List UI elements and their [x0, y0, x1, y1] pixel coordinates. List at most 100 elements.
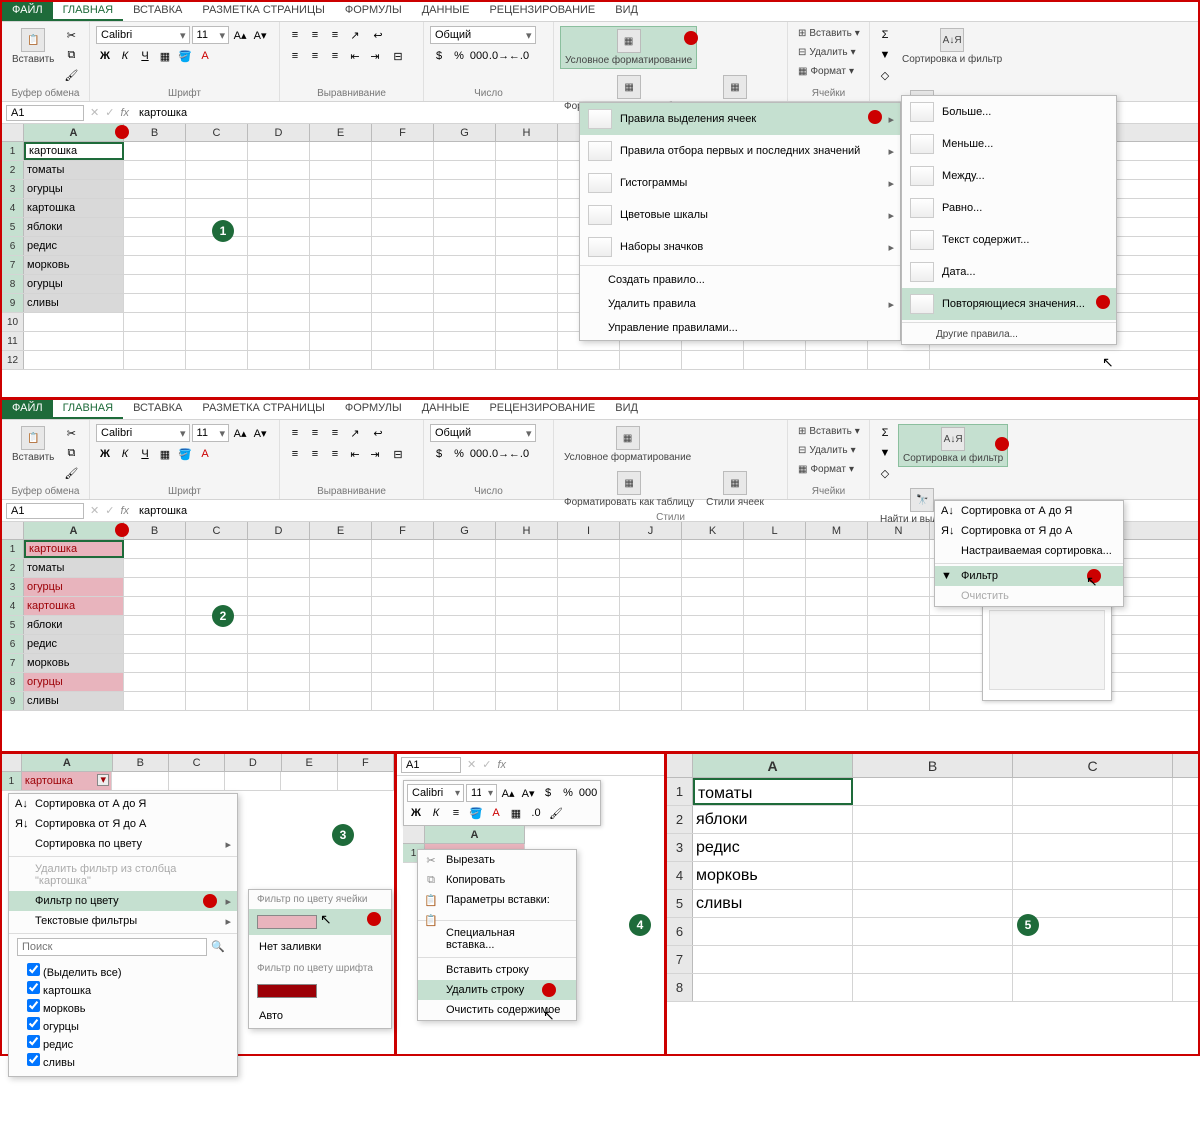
cell[interactable]	[853, 974, 1013, 1001]
cell[interactable]	[186, 256, 248, 274]
cell[interactable]	[248, 142, 310, 160]
cell[interactable]	[310, 275, 372, 293]
cell[interactable]	[186, 692, 248, 710]
cell[interactable]	[434, 597, 496, 615]
cf-color-scales[interactable]: Цветовые шкалы▸	[580, 199, 900, 231]
cell[interactable]	[868, 692, 930, 710]
col-header[interactable]: E	[310, 522, 372, 539]
italic-button[interactable]: К	[116, 47, 134, 65]
tab-page-layout[interactable]: РАЗМЕТКА СТРАНИЦЫ	[192, 2, 334, 21]
cell[interactable]	[806, 692, 868, 710]
cell[interactable]	[853, 918, 1013, 945]
cell[interactable]	[853, 890, 1013, 917]
cell[interactable]	[434, 692, 496, 710]
cell[interactable]	[248, 294, 310, 312]
filter-checkbox-item[interactable]: (Выделить все)	[27, 962, 229, 980]
cell[interactable]	[806, 673, 868, 691]
cell[interactable]: редис	[24, 635, 124, 653]
cell[interactable]	[806, 616, 868, 634]
tab-view[interactable]: ВИД	[605, 400, 648, 419]
cf-highlight-rules[interactable]: Правила выделения ячеек▸	[580, 103, 900, 135]
tab-formulas[interactable]: ФОРМУЛЫ	[335, 2, 412, 21]
cell[interactable]	[853, 862, 1013, 889]
col-header[interactable]: L	[744, 522, 806, 539]
font-size-combo[interactable]: ▾	[192, 26, 230, 44]
row-header[interactable]: 5	[667, 890, 693, 917]
cell[interactable]	[372, 142, 434, 160]
cell[interactable]	[372, 616, 434, 634]
cell[interactable]	[248, 559, 310, 577]
cell[interactable]	[558, 351, 620, 369]
cell[interactable]	[124, 294, 186, 312]
cell[interactable]	[744, 654, 806, 672]
cf-icon-sets[interactable]: Наборы значков▸	[580, 231, 900, 263]
cell[interactable]	[496, 673, 558, 691]
name-box[interactable]	[6, 105, 84, 121]
cell[interactable]	[310, 161, 372, 179]
cell[interactable]	[310, 351, 372, 369]
col-header[interactable]: D	[248, 522, 310, 539]
col-header[interactable]: E	[310, 124, 372, 141]
cell[interactable]	[620, 540, 682, 558]
row-header[interactable]: 3	[2, 180, 24, 198]
cell[interactable]	[248, 597, 310, 615]
copy-icon[interactable]: ⧉	[62, 444, 80, 462]
cell[interactable]	[558, 635, 620, 653]
cell[interactable]	[496, 199, 558, 217]
cell[interactable]	[372, 578, 434, 596]
cell[interactable]	[124, 218, 186, 236]
cell[interactable]	[806, 578, 868, 596]
cell[interactable]	[372, 275, 434, 293]
ctx-paste-special[interactable]: Специальная вставка...	[418, 923, 576, 955]
cell[interactable]	[496, 313, 558, 331]
cell[interactable]: яблоки	[24, 218, 124, 236]
cell[interactable]: картошка	[24, 199, 124, 217]
cell[interactable]	[806, 351, 868, 369]
cell[interactable]	[186, 351, 248, 369]
cell[interactable]	[1013, 974, 1173, 1001]
cell[interactable]	[186, 540, 248, 558]
cell[interactable]	[434, 199, 496, 217]
cell[interactable]	[310, 332, 372, 350]
filter-checkbox-item[interactable]: огурцы	[27, 1016, 229, 1034]
cell[interactable]	[744, 351, 806, 369]
cell[interactable]	[868, 597, 930, 615]
fm-sort-az[interactable]: A↓Сортировка от А до Я	[9, 794, 237, 814]
cell[interactable]	[682, 597, 744, 615]
orientation-icon[interactable]: ↗	[346, 26, 364, 44]
font-name-combo[interactable]: ▾	[96, 26, 190, 44]
cell[interactable]	[186, 180, 248, 198]
ctx-copy[interactable]: ⧉Копировать	[418, 870, 576, 890]
fx-icon[interactable]: fx	[120, 505, 129, 517]
filter-checkbox-item[interactable]: картошка	[27, 980, 229, 998]
cell[interactable]	[186, 142, 248, 160]
cell[interactable]	[124, 616, 186, 634]
cell[interactable]	[372, 161, 434, 179]
col-header-A[interactable]: A	[24, 124, 124, 141]
cell[interactable]	[186, 654, 248, 672]
cf-new-rule[interactable]: Создать правило...	[580, 268, 900, 292]
sf-custom-sort[interactable]: Настраиваемая сортировка...	[935, 541, 1123, 561]
cell[interactable]	[496, 616, 558, 634]
cell[interactable]	[310, 218, 372, 236]
cell[interactable]	[310, 616, 372, 634]
cell[interactable]	[310, 142, 372, 160]
tab-data[interactable]: ДАННЫЕ	[412, 2, 480, 21]
cell[interactable]	[558, 616, 620, 634]
conditional-formatting-button[interactable]: ▦Условное форматирование	[560, 424, 695, 465]
cell[interactable]	[372, 313, 434, 331]
col-header-A[interactable]: A	[22, 754, 113, 771]
cell[interactable]	[496, 332, 558, 350]
cell[interactable]	[310, 294, 372, 312]
ctx-paste-icon[interactable]: 📋	[418, 910, 576, 918]
cell[interactable]	[124, 578, 186, 596]
cell[interactable]: томаты	[24, 559, 124, 577]
cell[interactable]	[744, 540, 806, 558]
cell[interactable]	[496, 597, 558, 615]
cell[interactable]	[372, 199, 434, 217]
row-header[interactable]: 9	[2, 692, 24, 710]
cell[interactable]	[868, 616, 930, 634]
fx-icon[interactable]: fx	[497, 759, 506, 771]
cell[interactable]: сливы	[24, 692, 124, 710]
cell[interactable]	[558, 540, 620, 558]
